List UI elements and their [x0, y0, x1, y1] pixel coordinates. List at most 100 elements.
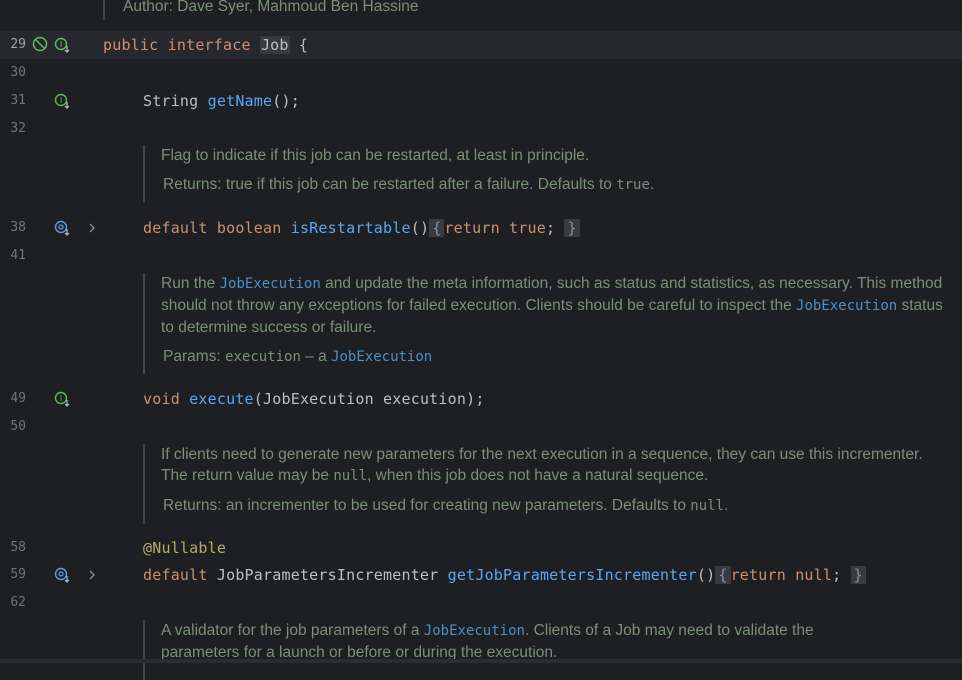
line-number[interactable]: 29	[0, 31, 26, 59]
doc-text-part: A validator for the job parameters of a	[161, 622, 420, 639]
code-editor[interactable]: Author: Dave Syer, Mahmoud Ben Hassine 2…	[0, 0, 962, 680]
keyword-default: default	[143, 566, 208, 584]
doc-params: Params: execution – a JobExecution	[161, 346, 943, 368]
folded-brace-close[interactable]: }	[564, 219, 580, 237]
javadoc-incrementer: If clients need to generate new paramete…	[143, 444, 943, 524]
line-number[interactable]: 59	[0, 561, 26, 589]
line-number[interactable]: 38	[0, 214, 26, 242]
line-number[interactable]: 31	[0, 87, 26, 115]
keyword-default: default	[143, 219, 208, 237]
line-number[interactable]: 58	[0, 534, 26, 562]
fold-chevron-icon[interactable]	[87, 223, 97, 233]
overridden-icon[interactable]	[54, 220, 70, 236]
code-line-41[interactable]: 41	[0, 242, 962, 270]
line-number[interactable]: 50	[0, 413, 26, 441]
keyword-void: void	[143, 390, 180, 408]
returns-label: Returns:	[163, 497, 222, 514]
line-number[interactable]: 32	[0, 115, 26, 143]
implemented-icon[interactable]: I	[54, 37, 70, 53]
code-line-30[interactable]: 30	[0, 59, 962, 87]
code-line-62[interactable]: 62	[0, 589, 962, 617]
doc-text: If clients need to generate new paramete…	[161, 444, 943, 487]
line-number[interactable]: 62	[0, 589, 26, 617]
returns-end: .	[724, 497, 729, 514]
parens: ()	[410, 219, 430, 237]
code-line-32[interactable]: 32	[0, 115, 962, 143]
javadoc-execute: Run the JobExecution and update the meta…	[143, 273, 943, 374]
params-code: execution	[225, 349, 301, 365]
folded-brace-open[interactable]: {	[715, 566, 731, 584]
method-name[interactable]: getName	[208, 92, 273, 110]
code-line-31[interactable]: 31 I String getName();	[0, 87, 962, 115]
method-name[interactable]: getJobParametersIncrementer	[448, 566, 697, 584]
javadoc-restartable: Flag to indicate if this job can be rest…	[143, 145, 943, 203]
semicolon: ;	[832, 566, 842, 584]
params-dash: – a	[305, 348, 327, 365]
doc-link[interactable]: JobExecution	[796, 298, 897, 314]
code-line-49[interactable]: 49 I void execute(JobExecution execution…	[0, 385, 962, 413]
keyword-true: true	[509, 219, 546, 237]
type-name: JobParametersIncrementer	[216, 566, 439, 584]
no-breakpoint-icon[interactable]	[32, 36, 48, 52]
params-label: Params:	[163, 348, 221, 365]
keyword-interface: interface	[167, 36, 251, 54]
code-text[interactable]: default JobParametersIncrementer getJobP…	[143, 561, 866, 589]
keyword-public: public	[103, 36, 159, 54]
parens: ()	[696, 566, 716, 584]
fold-chevron-icon[interactable]	[87, 570, 97, 580]
code-text[interactable]: @Nullable	[143, 534, 226, 562]
keyword-return: return	[444, 219, 500, 237]
annotation-nullable[interactable]: @Nullable	[143, 539, 226, 557]
doc-text: Flag to indicate if this job can be rest…	[161, 147, 590, 164]
type-name: String	[143, 92, 199, 110]
code-text[interactable]: public interface Job {	[103, 31, 308, 59]
svg-text:I: I	[60, 394, 62, 403]
semicolon: ;	[545, 219, 556, 237]
returns-code: null	[690, 498, 725, 514]
doc-link[interactable]: JobExecution	[331, 349, 432, 365]
svg-text:I: I	[60, 96, 62, 105]
doc-text-part: Run the	[161, 275, 216, 292]
line-number[interactable]: 41	[0, 242, 26, 270]
code-text[interactable]: void execute(JobExecution execution);	[143, 385, 485, 413]
code-line-38[interactable]: 38 default boolean isRestartable(){retur…	[0, 214, 962, 242]
doc-text: Run the JobExecution and update the meta…	[161, 273, 943, 338]
implemented-icon[interactable]: I	[54, 391, 70, 407]
interface-name[interactable]: Job	[259, 36, 290, 54]
doc-returns: Returns: true if this job can be restart…	[161, 174, 943, 196]
doc-code: null	[333, 468, 368, 484]
doc-returns: Returns: an incrementer to be used for c…	[161, 495, 943, 517]
code-line-59[interactable]: 59 default JobParametersIncrementer getJ…	[0, 561, 962, 589]
line-number[interactable]: 30	[0, 59, 26, 87]
doc-link[interactable]: JobExecution	[220, 276, 321, 292]
horizontal-scrollbar[interactable]	[0, 659, 962, 663]
folded-brace-close[interactable]: }	[850, 566, 866, 584]
doc-text: A validator for the job parameters of a …	[161, 620, 943, 642]
method-name[interactable]: isRestartable	[291, 219, 411, 237]
brace: {	[289, 36, 309, 54]
method-name[interactable]: execute	[189, 390, 254, 408]
code-text[interactable]: String getName();	[143, 87, 300, 115]
returns-text: an incrementer to be used for creating n…	[225, 497, 686, 514]
code-line-50[interactable]: 50	[0, 413, 962, 441]
keyword-boolean: boolean	[216, 219, 282, 237]
code-rest: ();	[272, 92, 300, 110]
doc-text-part: . Clients of a Job may need to validate …	[524, 622, 814, 639]
returns-end: .	[649, 176, 655, 193]
line-number[interactable]: 49	[0, 385, 26, 413]
javadoc-validator: A validator for the job parameters of a …	[143, 620, 943, 680]
returns-text: true if this job can be restarted after …	[225, 176, 612, 193]
svg-text:I: I	[60, 40, 62, 49]
code-line-58[interactable]: 58 @Nullable	[0, 534, 962, 562]
returns-label: Returns:	[163, 176, 222, 193]
doc-link[interactable]: JobExecution	[424, 623, 525, 639]
implemented-icon[interactable]: I	[54, 93, 70, 109]
folded-brace-open[interactable]: {	[429, 219, 445, 237]
keyword-null: null	[795, 566, 833, 584]
overridden-icon[interactable]	[54, 567, 70, 583]
code-line-29[interactable]: 29 I public interface Job {	[0, 31, 962, 59]
returns-code: true	[616, 177, 650, 193]
doc-text-part: , when this job does not have a natural …	[367, 467, 709, 484]
javadoc-author: Author: Dave Syer, Mahmoud Ben Hassine	[103, 0, 419, 20]
code-text[interactable]: default boolean isRestartable(){return t…	[143, 214, 580, 242]
